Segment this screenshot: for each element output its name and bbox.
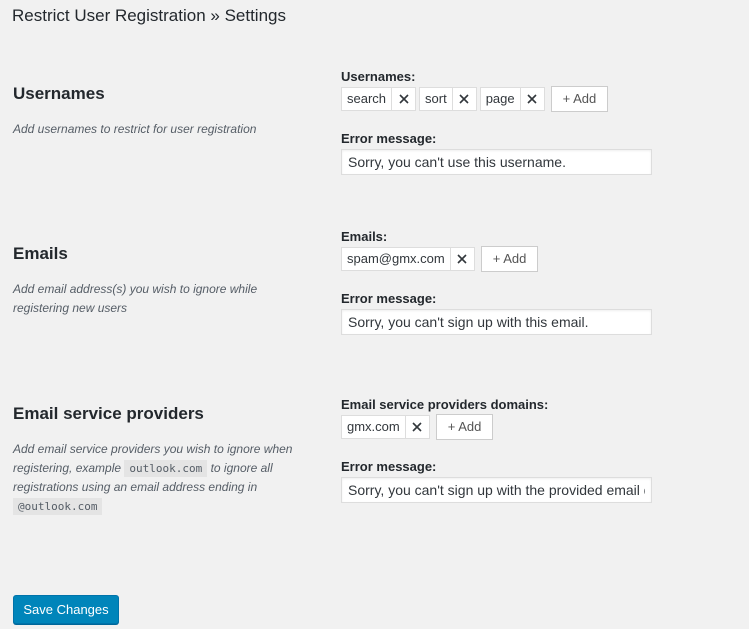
tag-label: search: [347, 91, 387, 106]
close-icon: [459, 94, 469, 104]
close-icon: [412, 422, 422, 432]
tag: search: [341, 87, 417, 111]
code-example: @outlook.com: [13, 497, 103, 515]
emails-tag-list: spam@gmx.com + Add: [341, 246, 539, 272]
usernames-tag-list: search sort page + Add: [341, 86, 609, 112]
remove-tag-button[interactable]: [449, 248, 474, 270]
tag-label: sort: [425, 91, 447, 106]
close-icon: [398, 94, 409, 104]
usernames-label: Usernames:: [341, 69, 416, 84]
close-icon: [457, 254, 467, 264]
add-email-button[interactable]: + Add: [480, 246, 539, 272]
section-title: Usernames: [13, 84, 105, 103]
add-provider-button[interactable]: + Add: [435, 414, 494, 440]
tag-label: spam@gmx.com: [347, 251, 445, 266]
tag: page: [479, 87, 545, 111]
username-error-message-input[interactable]: [341, 149, 652, 175]
error-message-label: Error message:: [341, 131, 437, 146]
add-username-button[interactable]: + Add: [550, 86, 609, 112]
section-title: Emails: [13, 244, 68, 263]
providers-domains-label: Email service providers domains:: [341, 397, 549, 412]
provider-error-message-input[interactable]: [341, 477, 652, 503]
error-message-label: Error message:: [341, 291, 437, 306]
remove-tag-button[interactable]: [404, 416, 429, 438]
email-error-message-input[interactable]: [341, 309, 652, 335]
remove-tag-button[interactable]: [451, 88, 476, 110]
section-description: Add email service providers you wish to …: [13, 440, 315, 516]
emails-label: Emails:: [341, 229, 388, 244]
error-message-label: Error message:: [341, 459, 437, 474]
remove-tag-button[interactable]: [519, 88, 544, 110]
tag-label: gmx.com: [347, 419, 400, 434]
remove-tag-button[interactable]: [391, 88, 415, 110]
save-changes-button[interactable]: Save Changes: [13, 595, 119, 624]
section-description: Add usernames to restrict for user regis…: [13, 122, 257, 136]
tag-label: page: [485, 91, 515, 106]
tag: gmx.com: [341, 415, 430, 439]
page-title: Restrict User Registration » Settings: [12, 6, 286, 25]
section-description: Add email address(s) you wish to ignore …: [13, 282, 258, 315]
code-example: outlook.com: [124, 459, 208, 477]
tag: spam@gmx.com: [341, 247, 475, 271]
section-title: Email service providers: [13, 404, 204, 423]
close-icon: [527, 94, 537, 104]
providers-tag-list: gmx.com + Add: [341, 414, 494, 440]
tag: sort: [419, 87, 477, 111]
